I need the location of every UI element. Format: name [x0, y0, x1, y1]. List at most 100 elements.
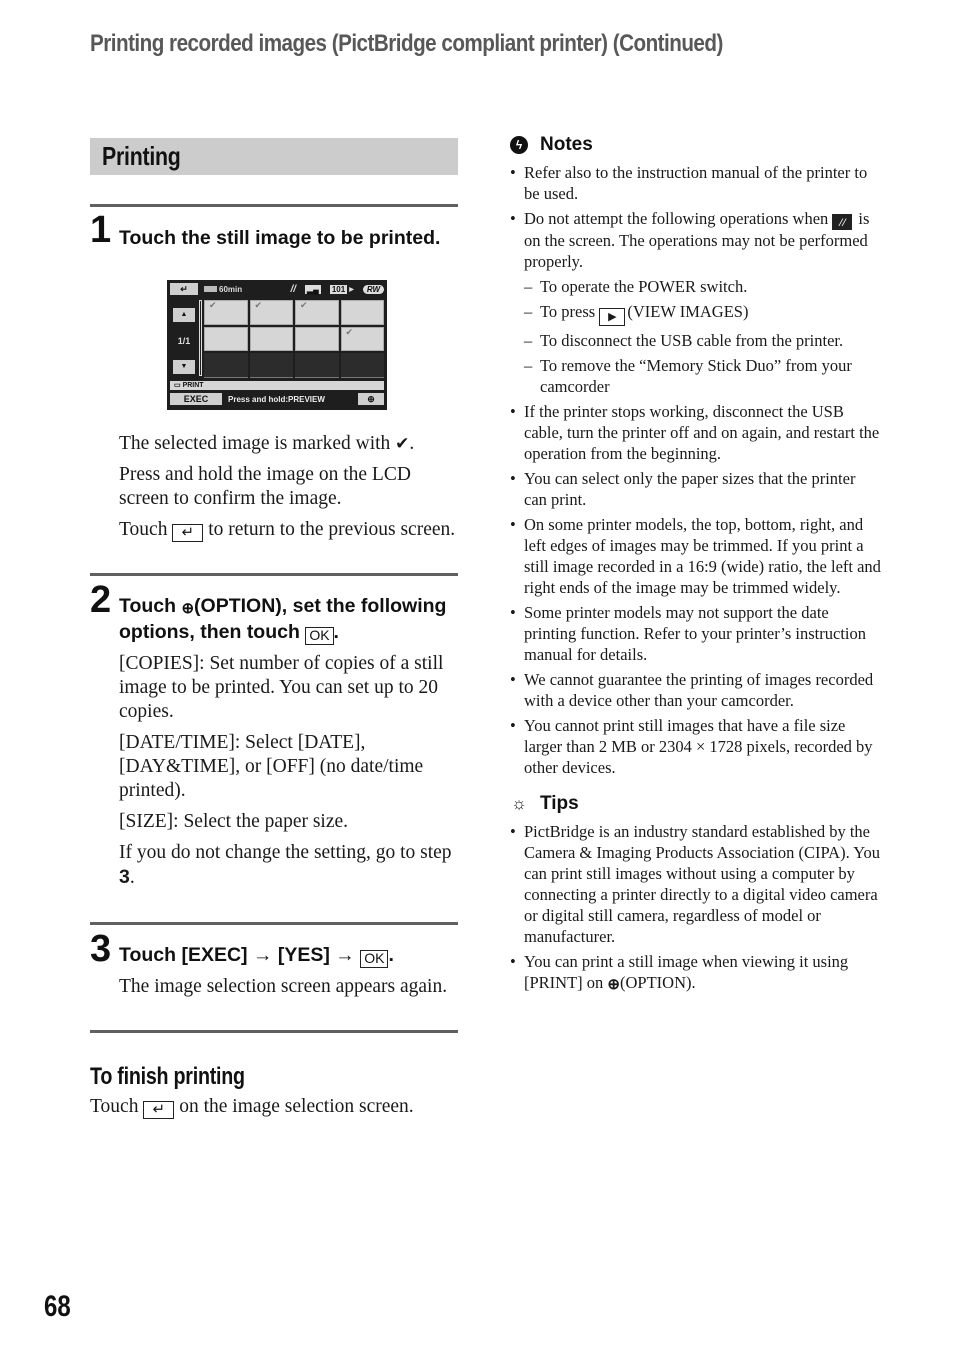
- step-title: Touch the still image to be printed.: [119, 227, 441, 249]
- note-item: If the printer stops working, disconnect…: [510, 401, 882, 464]
- step-1-body: The selected image is marked with ✔. Pre…: [119, 432, 458, 542]
- lcd-top-bar: ↵ 60min // ▂▄ 101 ▶ RW: [170, 282, 384, 296]
- thumbnail[interactable]: [340, 300, 384, 325]
- lcd-screen: ↵ 60min // ▂▄ 101 ▶ RW ▲ 1/1 ▼ ✔ ✔ ✔ ✔ ▭ PR…: [167, 280, 387, 410]
- folder-icon: ▂▄: [305, 284, 321, 294]
- checkmark-icon: ✔: [209, 300, 217, 310]
- pictbridge-icon: //: [832, 214, 853, 230]
- finish-title: To finish printing: [90, 1063, 245, 1090]
- note-item: Refer also to the instruction manual of …: [510, 162, 882, 204]
- ok-icon: OK: [305, 627, 334, 645]
- print-label: PRINT: [182, 382, 204, 389]
- pictbridge-icon: //: [290, 283, 296, 295]
- note-subitem: To disconnect the USB cable from the pri…: [524, 330, 882, 351]
- empty-thumbnail-slot: [340, 353, 384, 378]
- left-column: Printing 1 Touch the still image to be p…: [90, 138, 458, 1119]
- tip-item: PictBridge is an industry standard estab…: [510, 821, 882, 947]
- note-item: You can select only the paper sizes that…: [510, 468, 882, 510]
- page-header: Printing recorded images (PictBridge com…: [90, 30, 723, 57]
- exec-button[interactable]: EXEC: [170, 393, 222, 405]
- note-item: On some printer models, the top, bottom,…: [510, 514, 882, 598]
- note-subitem: To operate the POWER switch.: [524, 276, 882, 297]
- thumbnail[interactable]: ✔: [340, 326, 384, 352]
- thumbnail[interactable]: [295, 326, 339, 352]
- step-title: Touch [EXEC] → [YES] → OK.: [119, 944, 394, 968]
- lcd-back-button[interactable]: ↵: [170, 283, 198, 295]
- checkmark-icon: ✔: [254, 300, 263, 310]
- scrollbar[interactable]: [199, 300, 202, 376]
- lcd-bottom-bar: EXEC Press and hold:PREVIEW ⊕: [170, 392, 384, 406]
- page-number: 68: [44, 1290, 71, 1323]
- notes-icon: ϟ: [510, 136, 528, 154]
- step-paragraph: Touch ↵ to return to the previous screen…: [119, 519, 456, 542]
- finish-paragraph: Touch ↵ on the image selection screen.: [90, 1096, 414, 1119]
- empty-thumbnail-slot: [204, 353, 248, 378]
- section-title: Printing: [102, 141, 181, 171]
- option-icon: ⊕: [181, 600, 195, 617]
- option-button[interactable]: ⊕: [358, 393, 384, 405]
- finish-section: To finish printing Touch ↵ on the image …: [90, 1063, 458, 1119]
- thumbnail[interactable]: ✔: [295, 300, 339, 325]
- step-2: 2 Touch ⊕(OPTION), set the following opt…: [90, 579, 458, 890]
- empty-thumbnail-slot: [249, 353, 293, 378]
- view-images-icon: ▶: [599, 308, 626, 326]
- step-paragraph: [DATE/TIME]: Select [DATE], [DAY&TIME], …: [119, 732, 424, 801]
- notes-list: Refer also to the instruction manual of …: [510, 162, 882, 778]
- step-paragraph: The image selection screen appears again…: [119, 976, 448, 997]
- thumbnail[interactable]: [249, 326, 293, 352]
- note-subitem: To press ▶(VIEW IMAGES): [524, 301, 882, 326]
- tips-heading: ☼ Tips: [511, 793, 579, 814]
- step-title: Touch ⊕(OPTION), set the following optio…: [119, 595, 447, 645]
- step-number: 1: [90, 209, 112, 251]
- note-item: Do not attempt the following operations …: [510, 208, 882, 397]
- empty-thumbnail-slot: [295, 353, 339, 378]
- rw-disc-icon: RW: [362, 284, 384, 294]
- step-number: 3: [90, 928, 112, 970]
- note-item: You cannot print still images that have …: [510, 715, 882, 778]
- note-sublist: To operate the POWER switch. To press ▶(…: [524, 276, 882, 397]
- checkmark-icon: ✔: [395, 434, 410, 453]
- step-paragraph: Press and hold the image on the LCD scre…: [119, 464, 411, 509]
- thumbnail[interactable]: [204, 326, 248, 352]
- return-icon: ↵: [172, 524, 204, 542]
- step-paragraph: The selected image is marked with ✔.: [119, 433, 415, 454]
- print-mode-label: ▭ PRINT: [170, 381, 384, 390]
- page-indicator: 1/1: [177, 336, 191, 346]
- step-paragraph: If you do not change the setting, go to …: [119, 842, 452, 888]
- divider: [90, 1030, 458, 1033]
- folder-number: 101: [329, 284, 348, 294]
- divider: [90, 573, 458, 576]
- preview-hint: Press and hold:PREVIEW: [228, 394, 325, 404]
- thumbnail-grid: ✔ ✔ ✔ ✔: [204, 300, 384, 378]
- divider: [90, 922, 458, 925]
- scroll-up-button[interactable]: ▲: [173, 308, 195, 322]
- scroll-down-button[interactable]: ▼: [173, 360, 195, 374]
- tip-item: You can print a still image when viewing…: [510, 951, 882, 993]
- section-title-bar: Printing: [90, 138, 458, 175]
- note-item: Some printer models may not support the …: [510, 602, 882, 665]
- note-item: We cannot guarantee the printing of imag…: [510, 669, 882, 711]
- right-column: ϟ Notes Refer also to the instruction ma…: [510, 133, 882, 997]
- note-subitem: To remove the “Memory Stick Duo” from yo…: [524, 355, 882, 397]
- checkmark-icon: ✔: [300, 300, 308, 310]
- battery-icon: [204, 285, 217, 292]
- step-paragraph: [COPIES]: Set number of copies of a stil…: [119, 653, 444, 722]
- thumbnail[interactable]: ✔: [204, 300, 248, 325]
- option-icon: ⊕: [607, 976, 620, 993]
- return-icon: ↵: [143, 1101, 175, 1119]
- lcd-sidebar: ▲ 1/1 ▼: [170, 300, 198, 376]
- step-number: 2: [90, 579, 112, 621]
- step-1: 1 Touch the still image to be printed. ↵…: [90, 209, 458, 542]
- battery-indicator: 60min: [204, 285, 242, 294]
- step-reference: 3: [119, 866, 130, 888]
- checkmark-icon: ✔: [345, 326, 354, 337]
- ok-icon: OK: [360, 950, 389, 968]
- step-paragraph: [SIZE]: Select the paper size.: [119, 811, 349, 832]
- notes-heading: ϟ Notes: [510, 133, 882, 157]
- lightbulb-icon: ☼: [511, 794, 527, 813]
- small-arrow-icon: ▶: [349, 286, 354, 293]
- thumbnail[interactable]: ✔: [249, 300, 293, 325]
- battery-time: 60min: [219, 284, 243, 294]
- step-3: 3 Touch [EXEC] → [YES] → OK. The image s…: [90, 928, 458, 999]
- divider: [90, 204, 458, 207]
